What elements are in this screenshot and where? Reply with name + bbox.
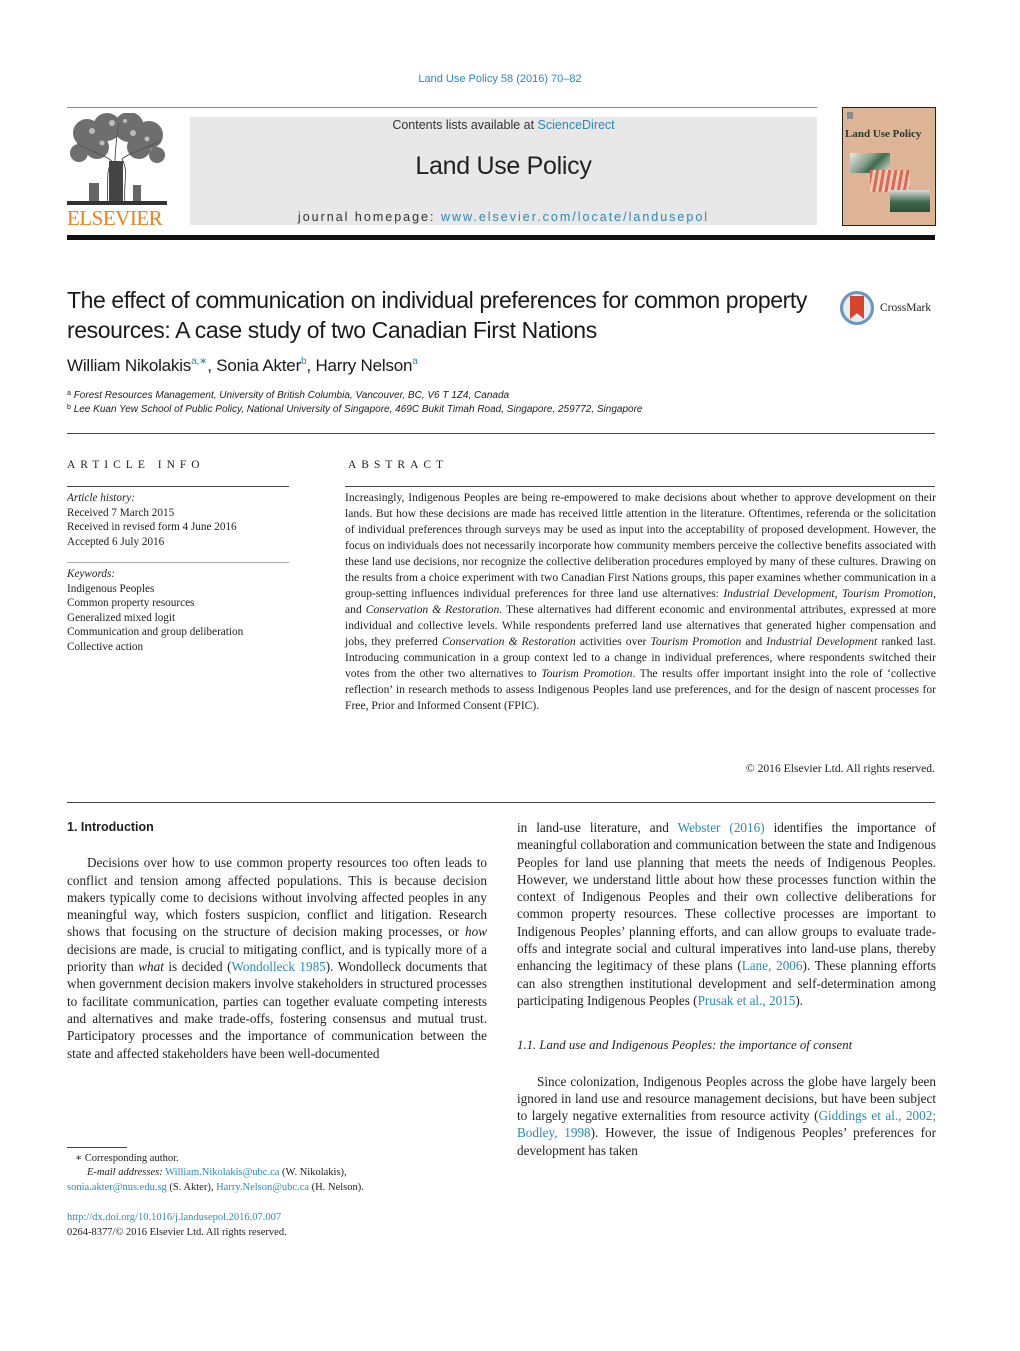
- history-label: Article history:: [67, 492, 136, 504]
- body-column-left: 1. Introduction Decisions over how to us…: [67, 819, 487, 1062]
- title-divider: [67, 433, 935, 434]
- header-divider: [67, 107, 817, 108]
- italic-text: Tourism Promotion: [541, 667, 633, 680]
- italic-text: how: [465, 924, 487, 940]
- issn-copyright: 0264-8377/© 2016 Elsevier Ltd. All right…: [67, 1226, 287, 1238]
- abstract-copyright: © 2016 Elsevier Ltd. All rights reserved…: [745, 762, 935, 775]
- author-affiliation-link[interactable]: a,∗: [191, 356, 207, 367]
- email-owner: (S. Akter),: [166, 1181, 217, 1193]
- citation-link[interactable]: Wondolleck 1985: [232, 959, 326, 974]
- text-run: Increasingly, Indigenous Peoples are bei…: [345, 491, 936, 600]
- keywords-divider: [67, 562, 289, 563]
- body-column-right: in land-use literature, and Webster (201…: [517, 819, 936, 1159]
- article-info-heading: ARTICLE INFO: [67, 459, 205, 471]
- author-name: Sonia Akter: [216, 356, 302, 375]
- journal-title: Land Use Policy: [415, 152, 592, 180]
- text-run: Decisions over how to use common propert…: [67, 855, 487, 940]
- text-run: and: [741, 635, 767, 648]
- abstract-body: Increasingly, Indigenous Peoples are bei…: [345, 490, 936, 714]
- italic-text: Conservation & Restoration: [365, 603, 500, 616]
- sciencedirect-link[interactable]: ScienceDirect: [538, 118, 615, 132]
- body-paragraph: in land-use literature, and Webster (201…: [517, 819, 936, 1009]
- homepage-line: journal homepage: www.elsevier.com/locat…: [190, 210, 817, 224]
- italic-text: Industrial Development: [723, 587, 835, 600]
- keyword: Indigenous Peoples: [67, 582, 155, 595]
- keyword: Collective action: [67, 640, 144, 653]
- journal-cover-thumbnail[interactable]: Land Use Policy: [842, 107, 936, 226]
- email-owner: (H. Nelson).: [309, 1181, 364, 1193]
- history-entry: Received 7 March 2015: [67, 506, 175, 519]
- text-run: in land-use literature, and: [517, 820, 678, 835]
- article-history: Article history: Received 7 March 2015 R…: [67, 491, 237, 549]
- text-run: ). Wondol­leck documents that when gover…: [67, 959, 487, 1061]
- article-info-divider: [67, 486, 289, 487]
- affiliation-mark: b: [67, 404, 71, 411]
- affiliation-b: b Lee Kuan Yew School of Public Policy, …: [67, 404, 642, 415]
- body-divider: [67, 802, 935, 803]
- body-paragraph: Since colonization, Indigenous Peoples a…: [517, 1073, 936, 1159]
- affiliation-a: a Forest Resources Management, Universit…: [67, 390, 509, 401]
- author-affiliation-link[interactable]: a: [412, 356, 418, 367]
- elsevier-logo[interactable]: ELSEVIER: [67, 113, 167, 230]
- corresponding-author-note: ∗ Corresponding author.: [75, 1153, 179, 1164]
- keyword: Communication and group deliberation: [67, 626, 244, 638]
- affiliation-mark: a: [67, 390, 71, 397]
- email-owner: (W. Nikolakis),: [279, 1167, 347, 1178]
- email-addresses: E-mail addresses: William.Nikolakis@ubc.…: [67, 1166, 507, 1195]
- text-run: identifies the impor­tance of meaningful…: [517, 820, 937, 974]
- author-name: Harry Nelson: [315, 356, 413, 375]
- email-link[interactable]: Harry.Nelson@ubc.ca: [216, 1182, 309, 1193]
- journal-banner: Contents lists available at ScienceDirec…: [190, 117, 817, 225]
- doi-block: http://dx.doi.org/10.1016/j.landusepol.2…: [67, 1211, 287, 1240]
- italic-text: Tourism Promotion: [841, 587, 934, 600]
- text-run: ,: [834, 587, 842, 600]
- footnote-divider: [67, 1147, 127, 1148]
- elsevier-wordmark: ELSEVIER: [67, 206, 163, 230]
- affiliation-text: Forest Resources Management, University …: [73, 390, 510, 401]
- crossmark-button[interactable]: CrossMark: [840, 291, 940, 329]
- crossmark-label: CrossMark: [880, 302, 932, 314]
- email-label: E-mail addresses:: [87, 1167, 163, 1178]
- body-paragraph: Decisions over how to use common propert…: [67, 854, 487, 1062]
- affiliation-text: Lee Kuan Yew School of Public Policy, Na…: [73, 404, 643, 415]
- italic-text: Conservation & Restoration: [441, 635, 576, 648]
- subsection-heading: 1.1. Land use and Indigenous Peoples: th…: [517, 1038, 853, 1053]
- history-entry: Accepted 6 July 2016: [67, 535, 165, 548]
- email-link[interactable]: William.Nikolakis@ubc.ca: [165, 1167, 279, 1178]
- text-run: ).: [795, 992, 804, 1008]
- citation-link[interactable]: Webster (2016): [678, 820, 765, 835]
- abstract-divider: [345, 486, 935, 487]
- article-title: The effect of communication on individua…: [67, 287, 807, 343]
- keywords: Keywords: Indigenous Peoples Common prop…: [67, 567, 243, 654]
- citation-link[interactable]: Lane, 2006: [742, 958, 803, 973]
- italic-text: what: [138, 959, 164, 975]
- author-name: William Nikolakis: [67, 356, 192, 375]
- email-link[interactable]: sonia.akter@nus.edu.sg: [67, 1182, 167, 1193]
- text-run: is decided (: [163, 959, 232, 975]
- header-thick-divider: [67, 235, 935, 240]
- cover-publisher-icon: [847, 112, 853, 119]
- abstract-heading: ABSTRACT: [348, 459, 449, 471]
- cover-title: Land Use Policy: [845, 128, 922, 140]
- keywords-label: Keywords:: [67, 568, 116, 580]
- elsevier-tree-icon: [67, 113, 167, 206]
- doi-link[interactable]: http://dx.doi.org/10.1016/j.landusepol.2…: [67, 1211, 287, 1226]
- author-affiliation-link[interactable]: b: [301, 356, 307, 367]
- homepage-prefix: journal homepage:: [297, 210, 441, 224]
- cover-photo-3: [890, 190, 930, 212]
- keyword: Generalized mixed logit: [67, 611, 176, 624]
- section-heading-introduction: 1. Introduction: [67, 820, 154, 834]
- citation-link[interactable]: Prusak et al., 2015: [698, 993, 796, 1008]
- author-list: William Nikolakisa,∗, Sonia Akterb, Harr…: [67, 356, 418, 375]
- text-run: activities over: [575, 635, 651, 648]
- cover-photo-2: [870, 170, 910, 192]
- journal-citation-link[interactable]: Land Use Policy 58 (2016) 70–82: [0, 73, 1000, 85]
- italic-text: Industrial Develop­ment: [766, 635, 878, 648]
- italic-text: Tourism Promotion: [650, 635, 742, 648]
- history-entry: Received in revised form 4 June 2016: [67, 521, 237, 533]
- contents-prefix: Contents lists available at: [392, 118, 538, 132]
- contents-line: Contents lists available at ScienceDirec…: [190, 118, 817, 132]
- keyword: Common property resources: [67, 597, 195, 609]
- journal-homepage-link[interactable]: www.elsevier.com/locate/landusepol: [441, 210, 709, 224]
